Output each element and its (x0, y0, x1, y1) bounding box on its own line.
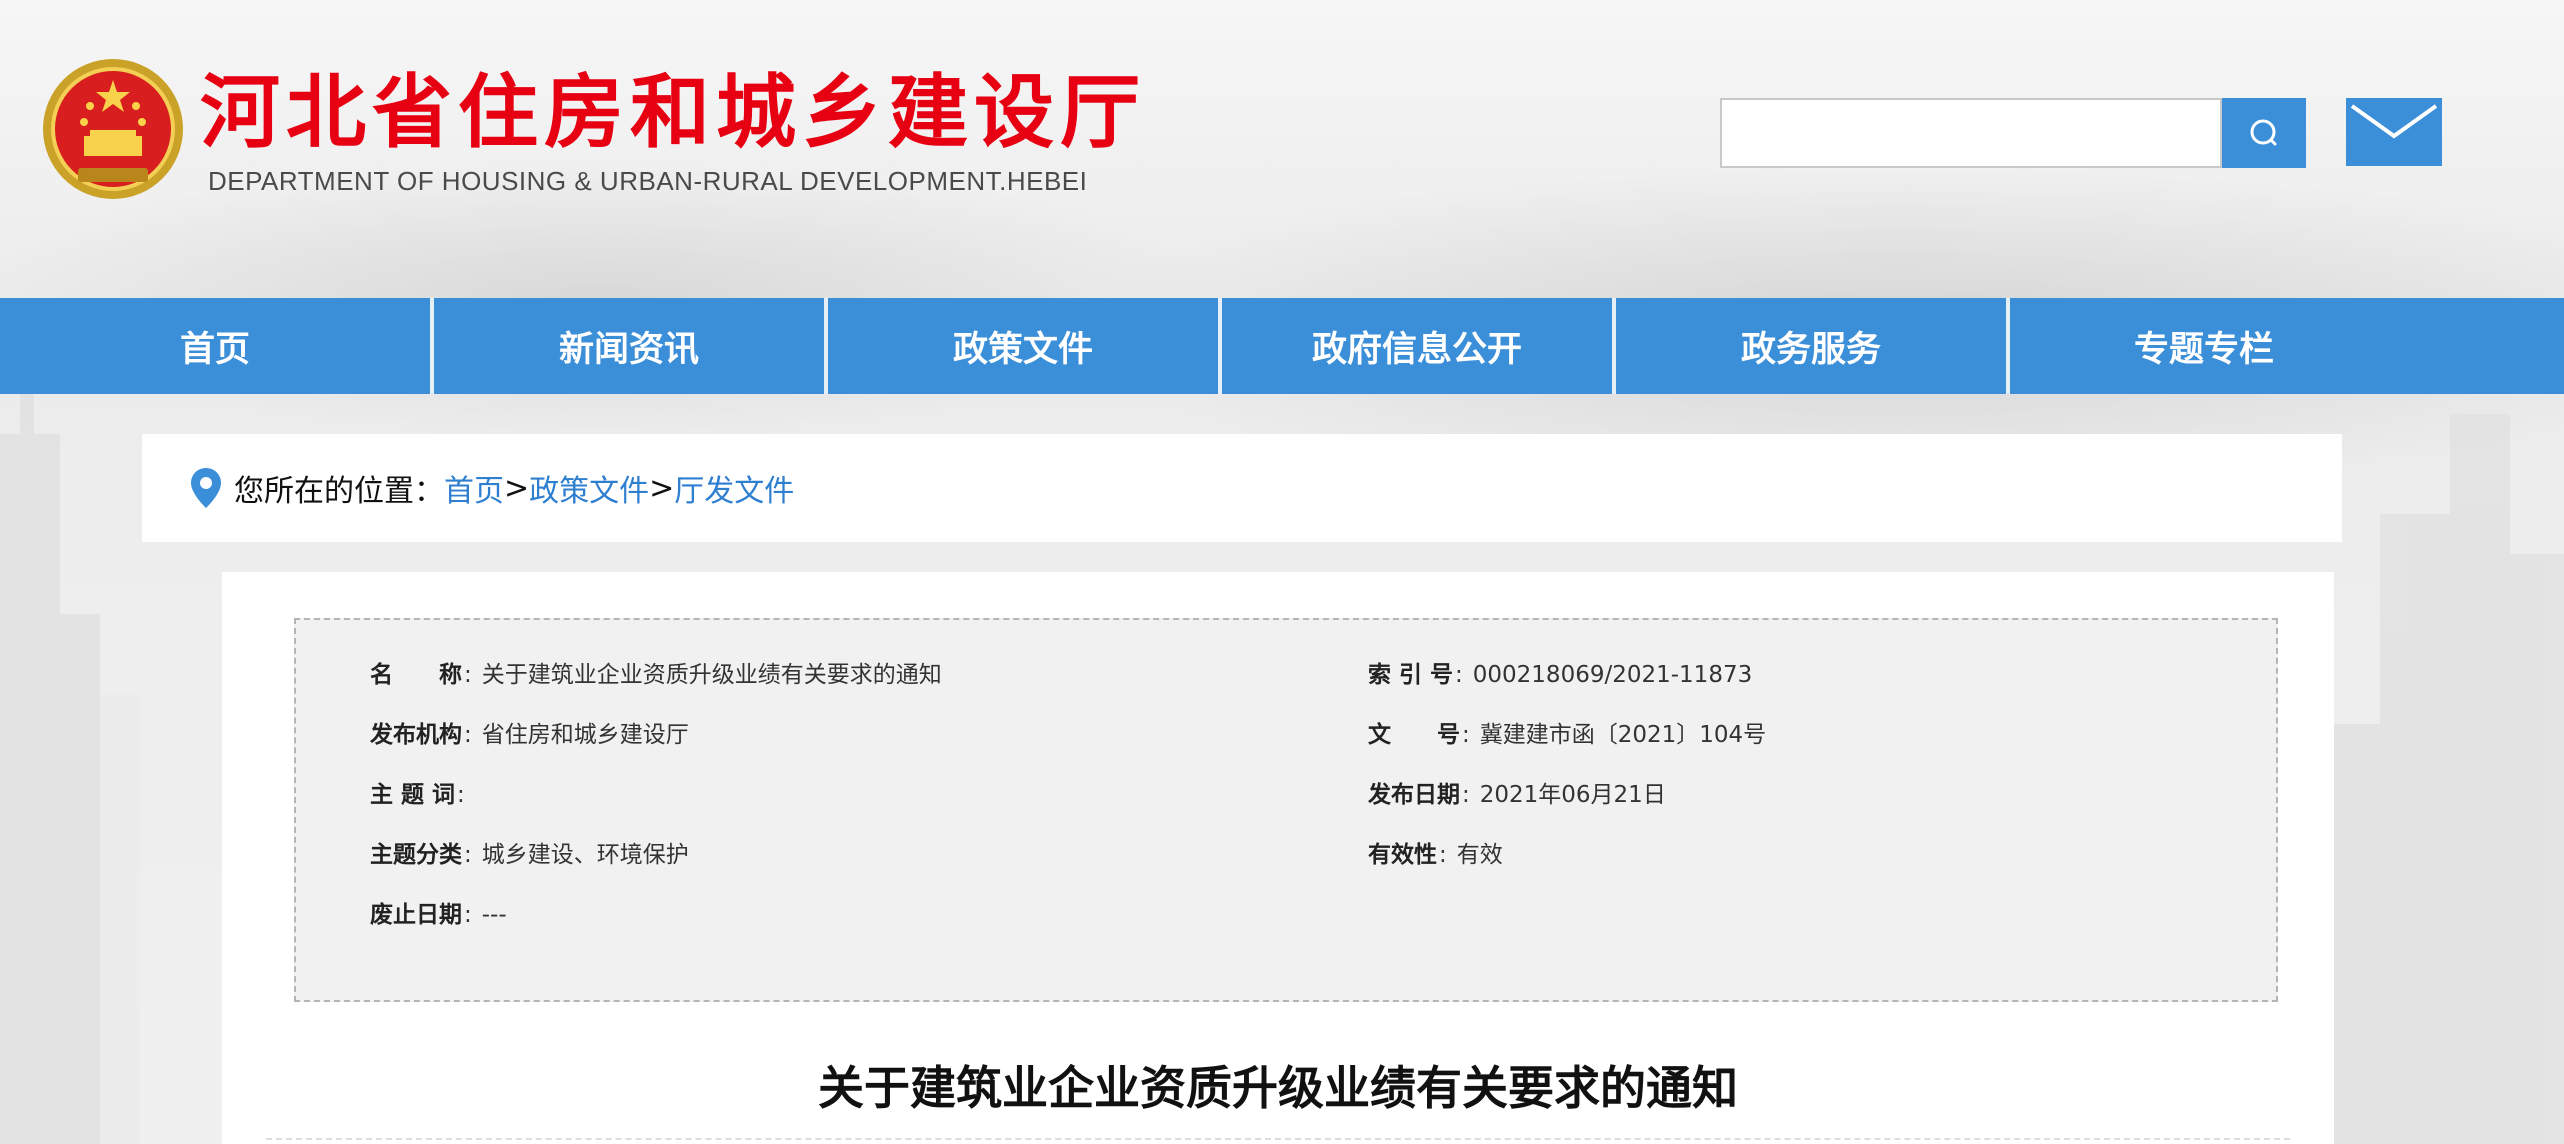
breadcrumb-separator: > (504, 470, 530, 506)
breadcrumb: 您所在的位置： 首页 > 政策文件 > 厅发文件 (142, 434, 2342, 542)
nav-item-home[interactable]: 首页 (0, 298, 434, 394)
nav-item-gov-info[interactable]: 政府信息公开 (1222, 298, 1616, 394)
location-pin-icon (191, 468, 221, 508)
nav-item-news[interactable]: 新闻资讯 (434, 298, 828, 394)
meta-index-label: 索 引 号 (1368, 662, 1454, 688)
meta-expiry-label: 废止日期 (370, 902, 462, 928)
breadcrumb-link-dept-docs[interactable]: 厅发文件 (674, 466, 794, 510)
meta-issuer: 发布机构: 省住房和城乡建设厅 (370, 722, 689, 748)
meta-index: 索 引 号: 000218069/2021-11873 (1368, 662, 1753, 688)
meta-date-value: 2021年06月21日 (1479, 782, 1666, 808)
meta-name: 名 称: 关于建筑业企业资质升级业绩有关要求的通知 (370, 662, 942, 688)
nav-item-policy[interactable]: 政策文件 (828, 298, 1222, 394)
meta-issuer-value: 省住房和城乡建设厅 (481, 722, 689, 748)
site-title: 河北省住房和城乡建设厅 (200, 65, 1146, 159)
mail-icon (2346, 98, 2442, 166)
main-nav: 首页 新闻资讯 政策文件 政府信息公开 政务服务 专题专栏 (0, 298, 2564, 394)
search-icon (2250, 119, 2277, 146)
meta-validity: 有效性: 有效 (1368, 842, 1503, 868)
search-input[interactable] (1720, 98, 2222, 168)
meta-validity-label: 有效性 (1368, 842, 1437, 868)
site-header: 河北省住房和城乡建设厅 DEPARTMENT OF HOUSING & URBA… (0, 0, 2564, 298)
meta-date-label: 发布日期 (1368, 782, 1460, 808)
title-divider (266, 1138, 2290, 1140)
meta-expiry: 废止日期: --- (370, 902, 507, 928)
document-metadata: 名 称: 关于建筑业企业资质升级业绩有关要求的通知 索 引 号: 000218069… (294, 618, 2278, 1002)
meta-category: 主题分类: 城乡建设、环境保护 (370, 842, 689, 868)
meta-validity-value: 有效 (1456, 842, 1503, 868)
meta-docno-value: 冀建建市函〔2021〕104号 (1479, 722, 1767, 748)
meta-name-label: 名 称 (370, 662, 462, 688)
meta-category-value: 城乡建设、环境保护 (481, 842, 689, 868)
meta-date: 发布日期: 2021年06月21日 (1368, 782, 1666, 808)
meta-subject: 主 题 词: (370, 782, 465, 808)
breadcrumb-link-home[interactable]: 首页 (444, 466, 504, 510)
site-subtitle: DEPARTMENT OF HOUSING & URBAN-RURAL DEVE… (208, 166, 1088, 196)
meta-index-value: 000218069/2021-11873 (1472, 662, 1753, 688)
meta-expiry-value: --- (481, 902, 507, 928)
meta-category-label: 主题分类 (370, 842, 462, 868)
meta-issuer-label: 发布机构 (370, 722, 462, 748)
document-title: 关于建筑业企业资质升级业绩有关要求的通知 (818, 1061, 1738, 1115)
meta-docno: 文 号: 冀建建市函〔2021〕104号 (1368, 722, 1767, 748)
nav-item-topics[interactable]: 专题专栏 (2010, 298, 2554, 394)
search-button[interactable] (2222, 98, 2306, 168)
breadcrumb-link-policy[interactable]: 政策文件 (529, 466, 649, 510)
breadcrumb-separator: > (649, 470, 675, 506)
mail-button[interactable] (2346, 98, 2442, 166)
meta-docno-label: 文 号 (1368, 722, 1460, 748)
national-emblem-icon (43, 59, 183, 199)
meta-subject-label: 主 题 词 (370, 782, 456, 808)
nav-item-services[interactable]: 政务服务 (1616, 298, 2010, 394)
content-card: 名 称: 关于建筑业企业资质升级业绩有关要求的通知 索 引 号: 000218069… (222, 572, 2334, 1144)
meta-name-value: 关于建筑业企业资质升级业绩有关要求的通知 (481, 662, 942, 688)
breadcrumb-prefix: 您所在的位置： (234, 474, 444, 509)
